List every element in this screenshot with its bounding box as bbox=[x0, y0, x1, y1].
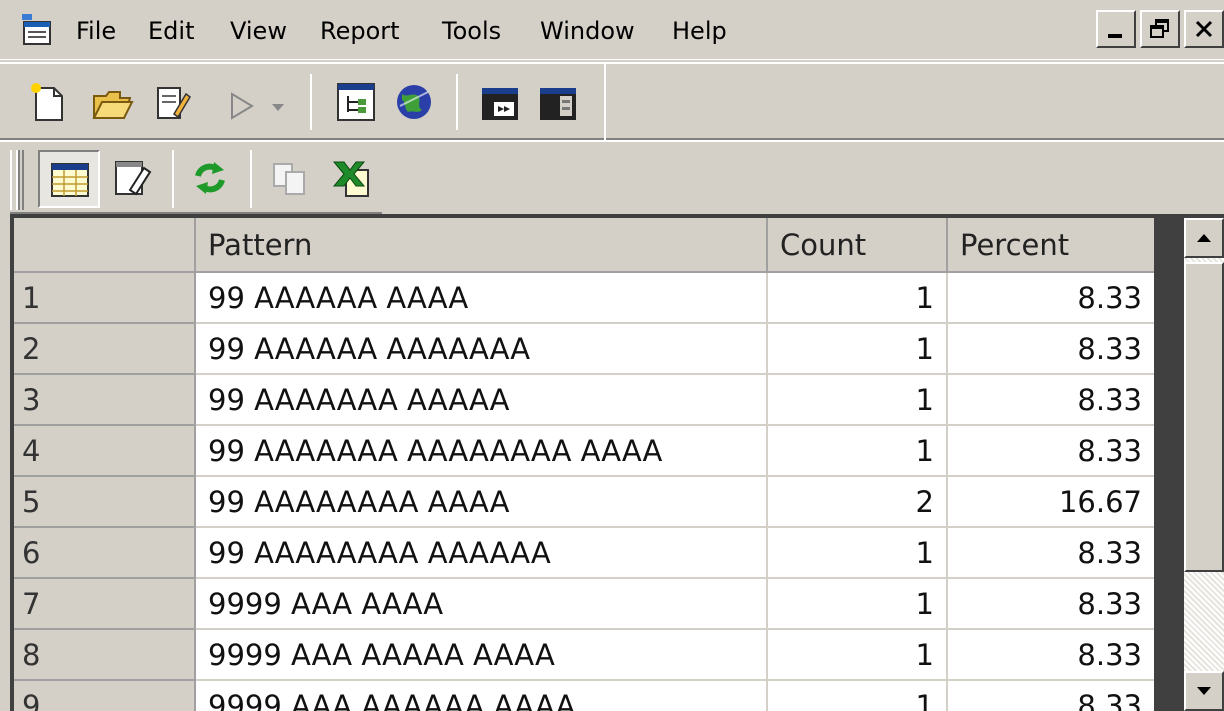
toolbar-separator bbox=[456, 74, 458, 130]
menu-bar: File Edit View Report Tools Window Help bbox=[0, 0, 1224, 60]
count-cell[interactable]: 1 bbox=[766, 271, 948, 324]
tree-view-icon[interactable] bbox=[334, 80, 378, 124]
window-icon[interactable] bbox=[478, 82, 522, 126]
percent-cell[interactable]: 16.67 bbox=[946, 475, 1154, 528]
menu-window[interactable]: Window bbox=[540, 16, 635, 46]
table-row[interactable]: 2 99 AAAAAA AAAAAAA 1 8.33 bbox=[14, 322, 1154, 375]
arrow-down-icon bbox=[1197, 687, 1211, 695]
menu-tools[interactable]: Tools bbox=[442, 16, 501, 46]
row-header[interactable]: 6 bbox=[14, 526, 196, 579]
arrow-up-icon bbox=[1197, 234, 1211, 242]
row-header[interactable]: 4 bbox=[14, 424, 196, 477]
table-view-button[interactable] bbox=[38, 150, 100, 208]
run-icon[interactable] bbox=[222, 84, 266, 128]
scroll-thumb[interactable] bbox=[1184, 262, 1224, 572]
menu-report[interactable]: Report bbox=[320, 16, 400, 46]
vertical-scrollbar[interactable] bbox=[1184, 218, 1224, 711]
pattern-cell[interactable]: 99 AAAAAAAA AAAA bbox=[194, 475, 768, 528]
count-cell[interactable]: 1 bbox=[766, 577, 948, 630]
menu-help[interactable]: Help bbox=[672, 16, 727, 46]
count-cell[interactable]: 1 bbox=[766, 679, 948, 711]
pattern-cell[interactable]: 99 AAAAAAA AAAAAAAA AAAA bbox=[194, 424, 768, 477]
column-header-pattern[interactable]: Pattern bbox=[194, 218, 768, 273]
row-header[interactable]: 9 bbox=[14, 679, 196, 711]
app-icon[interactable] bbox=[20, 12, 56, 46]
minimize-icon[interactable] bbox=[1096, 10, 1136, 48]
edit-view-icon[interactable] bbox=[110, 156, 154, 200]
toolbar-separator bbox=[250, 150, 252, 208]
toolbar-grip[interactable] bbox=[10, 150, 24, 210]
toolbar-separator bbox=[310, 74, 312, 130]
row-header[interactable]: 8 bbox=[14, 628, 196, 681]
new-document-icon[interactable] bbox=[26, 80, 70, 124]
percent-cell[interactable]: 8.33 bbox=[946, 628, 1154, 681]
row-header[interactable]: 5 bbox=[14, 475, 196, 528]
column-header-count[interactable]: Count bbox=[766, 218, 948, 273]
pattern-cell[interactable]: 99 AAAAAA AAAAAAA bbox=[194, 322, 768, 375]
grid-empty-area bbox=[1154, 218, 1184, 711]
count-cell[interactable]: 1 bbox=[766, 628, 948, 681]
menu-edit[interactable]: Edit bbox=[148, 16, 194, 46]
percent-cell[interactable]: 8.33 bbox=[946, 271, 1154, 324]
results-grid[interactable]: Pattern Count Percent 1 99 AAAAAA AAAA 1… bbox=[14, 218, 1154, 711]
pattern-cell[interactable]: 99 AAAAAA AAAA bbox=[194, 271, 768, 324]
percent-cell[interactable]: 8.33 bbox=[946, 373, 1154, 426]
pattern-cell[interactable]: 9999 AAA AAAA bbox=[194, 577, 768, 630]
percent-cell[interactable]: 8.33 bbox=[946, 526, 1154, 579]
menu-view[interactable]: View bbox=[230, 16, 287, 46]
pattern-cell[interactable]: 99 AAAAAAAA AAAAAA bbox=[194, 526, 768, 579]
row-header[interactable]: 2 bbox=[14, 322, 196, 375]
percent-cell[interactable]: 8.33 bbox=[946, 577, 1154, 630]
panel-icon[interactable] bbox=[536, 82, 580, 126]
pattern-table: Pattern Count Percent 1 99 AAAAAA AAAA 1… bbox=[14, 218, 1154, 711]
copy-icon[interactable] bbox=[268, 156, 312, 200]
pattern-cell[interactable]: 9999 AAA AAAAAA AAAA bbox=[194, 679, 768, 711]
table-row[interactable]: 5 99 AAAAAAAA AAAA 2 16.67 bbox=[14, 475, 1154, 528]
globe-icon[interactable] bbox=[392, 80, 436, 124]
open-folder-icon[interactable] bbox=[90, 80, 134, 124]
count-cell[interactable]: 2 bbox=[766, 475, 948, 528]
toolbar-separator bbox=[172, 150, 174, 208]
menu-file[interactable]: File bbox=[76, 16, 116, 46]
scroll-up-button[interactable] bbox=[1184, 218, 1224, 258]
count-cell[interactable]: 1 bbox=[766, 424, 948, 477]
table-row[interactable]: 7 9999 AAA AAAA 1 8.33 bbox=[14, 577, 1154, 630]
header-row: Pattern Count Percent bbox=[14, 218, 1154, 273]
dropdown-arrow-icon[interactable] bbox=[266, 84, 290, 128]
table-view-icon bbox=[51, 163, 89, 197]
row-header[interactable]: 7 bbox=[14, 577, 196, 630]
count-cell[interactable]: 1 bbox=[766, 322, 948, 375]
count-cell[interactable]: 1 bbox=[766, 526, 948, 579]
pattern-cell[interactable]: 99 AAAAAAA AAAAA bbox=[194, 373, 768, 426]
table-row[interactable]: 1 99 AAAAAA AAAA 1 8.33 bbox=[14, 271, 1154, 324]
column-header-percent[interactable]: Percent bbox=[946, 218, 1154, 273]
row-header[interactable]: 1 bbox=[14, 271, 196, 324]
percent-cell[interactable]: 8.33 bbox=[946, 679, 1154, 711]
export-excel-icon[interactable] bbox=[330, 156, 374, 200]
edit-document-icon[interactable] bbox=[150, 80, 194, 124]
table-row[interactable]: 4 99 AAAAAAA AAAAAAAA AAAA 1 8.33 bbox=[14, 424, 1154, 477]
table-row[interactable]: 6 99 AAAAAAAA AAAAAA 1 8.33 bbox=[14, 526, 1154, 579]
view-toolbar bbox=[0, 140, 1224, 214]
percent-cell[interactable]: 8.33 bbox=[946, 322, 1154, 375]
window-controls bbox=[1092, 10, 1224, 48]
toolbar-end-separator bbox=[604, 64, 606, 140]
table-row[interactable]: 8 9999 AAA AAAAA AAAA 1 8.33 bbox=[14, 628, 1154, 681]
row-header[interactable]: 3 bbox=[14, 373, 196, 426]
count-cell[interactable]: 1 bbox=[766, 373, 948, 426]
standard-toolbar bbox=[0, 62, 1224, 140]
restore-icon[interactable] bbox=[1140, 10, 1180, 48]
close-icon[interactable] bbox=[1184, 10, 1224, 48]
pattern-cell[interactable]: 9999 AAA AAAAA AAAA bbox=[194, 628, 768, 681]
corner-header[interactable] bbox=[14, 218, 196, 273]
scroll-down-button[interactable] bbox=[1184, 671, 1224, 711]
refresh-icon[interactable] bbox=[188, 156, 232, 200]
table-row[interactable]: 3 99 AAAAAAA AAAAA 1 8.33 bbox=[14, 373, 1154, 426]
table-row[interactable]: 9 9999 AAA AAAAAA AAAA 1 8.33 bbox=[14, 679, 1154, 711]
percent-cell[interactable]: 8.33 bbox=[946, 424, 1154, 477]
